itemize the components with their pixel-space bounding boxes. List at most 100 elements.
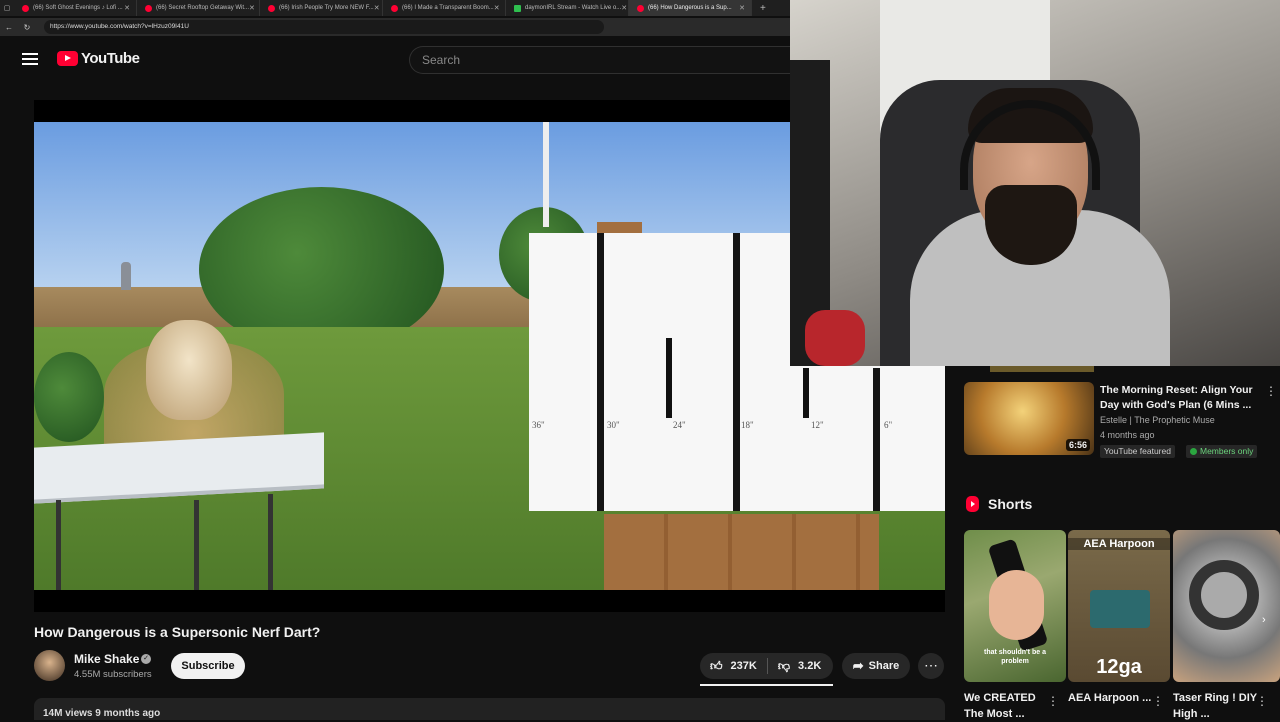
address-bar: ← ↻ https://www.youtube.com/watch?v=lHzu…	[0, 18, 790, 36]
like-button[interactable]: 👍︎ 237K	[700, 653, 767, 679]
distance-label: 6"	[884, 420, 893, 430]
members-icon	[1190, 448, 1197, 455]
thumbs-down-icon: 👎︎	[777, 658, 791, 673]
share-arrow-icon: ➦	[852, 658, 864, 673]
share-button[interactable]: ➦ Share	[842, 653, 910, 679]
short-top-caption: AEA Harpoon	[1068, 538, 1170, 550]
kebab-menu-icon[interactable]: ⋮	[1047, 694, 1059, 708]
short-bottom-caption: 12ga	[1096, 656, 1142, 678]
youtube-favicon-icon	[145, 4, 152, 12]
shorts-heading: Shorts	[988, 496, 1033, 512]
harpoon-device	[1090, 590, 1150, 628]
more-actions-icon[interactable]: ⋯	[918, 653, 944, 679]
logo-text: YouTube	[81, 50, 140, 67]
short-thumbnail[interactable]	[1173, 530, 1280, 682]
browser-tab[interactable]: daymonIRL Stream - Watch Live o... ✕	[506, 0, 629, 16]
close-tab-icon[interactable]: ✕	[494, 4, 500, 12]
webcam-overlay	[790, 0, 1280, 366]
red-chair-pad	[805, 310, 865, 366]
url-field[interactable]: https://www.youtube.com/watch?v=lHzuz09I…	[44, 20, 604, 34]
distance-label: 30"	[607, 420, 620, 430]
members-only-badge: Members only	[1186, 445, 1258, 458]
kebab-menu-icon[interactable]: ⋮	[1265, 384, 1277, 398]
browser-tab[interactable]: (66) I Made a Transparent Boom... ✕	[383, 0, 506, 16]
short-thumbnail[interactable]: that shouldn't be a problem	[964, 530, 1066, 682]
browser-tab[interactable]: (66) Irish People Try More NEW F... ✕	[260, 0, 383, 16]
table-leg	[56, 500, 61, 590]
skull	[146, 320, 232, 420]
related-video-item[interactable]: 6:56 The Morning Reset: Align Your Day w…	[964, 366, 1280, 476]
description-box[interactable]: 14M views 9 months ago	[34, 698, 945, 720]
bush	[34, 352, 104, 442]
featured-badge: YouTube featured	[1100, 445, 1175, 458]
short-caption: that shouldn't be a problem	[984, 649, 1046, 665]
kebab-menu-icon[interactable]: ⋮	[1152, 694, 1164, 708]
dislike-button[interactable]: 👎︎ 3.2K	[768, 653, 831, 679]
subscribe-button[interactable]: Subscribe	[171, 653, 245, 679]
like-count: 237K	[730, 660, 757, 672]
previous-thumbnail-edge	[990, 366, 1094, 372]
verified-check-icon: ✓	[141, 654, 151, 664]
distance-label: 24"	[673, 420, 686, 430]
silo	[121, 262, 131, 290]
sidebar-icon[interactable]: ▢	[0, 4, 14, 12]
utility-pole	[543, 122, 549, 227]
youtube-logo[interactable]: YouTube	[57, 50, 140, 67]
subscriber-count: 4.55M subscribers	[74, 669, 152, 680]
distance-label: 36"	[532, 420, 545, 430]
short-title[interactable]: Taser Ring ! DIY High ...	[1173, 690, 1261, 722]
close-tab-icon[interactable]: ✕	[374, 4, 380, 12]
short-thumbnail[interactable]: AEA Harpoon 12ga	[1068, 530, 1170, 682]
tab-title: (66) Soft Ghost Evenings ♪ Lofi ...	[33, 5, 123, 11]
distance-label: 12"	[811, 420, 824, 430]
thumbs-up-icon: 👍︎	[710, 658, 723, 673]
share-label: Share	[868, 660, 900, 672]
close-tab-icon[interactable]: ✕	[739, 4, 745, 12]
table-leg	[268, 494, 273, 590]
hamburger-menu-icon[interactable]	[22, 53, 38, 67]
close-tab-icon[interactable]: ✕	[124, 4, 130, 12]
dislike-count: 3.2K	[798, 660, 822, 672]
reload-icon[interactable]: ↻	[18, 23, 36, 32]
tab-title: daymonIRL Stream - Watch Live o...	[525, 5, 622, 11]
table-leg	[194, 500, 199, 590]
video-thumbnail[interactable]: 6:56	[964, 382, 1094, 455]
close-tab-icon[interactable]: ✕	[249, 4, 255, 12]
browser-tab[interactable]: (66) Secret Rooftop Getaway Wit... ✕	[137, 0, 260, 16]
browser-tab-bar: ▢ (66) Soft Ghost Evenings ♪ Lofi ... ✕ (…	[0, 0, 790, 16]
close-tab-icon[interactable]: ✕	[621, 4, 627, 12]
shorts-icon	[966, 496, 979, 512]
board-stripe	[597, 233, 604, 511]
chevron-right-icon[interactable]: ›	[1262, 614, 1266, 626]
short-title[interactable]: We CREATED The Most ...	[964, 690, 1052, 722]
channel-name[interactable]: Mike Shake	[74, 652, 139, 666]
video-title: How Dangerous is a Supersonic Nerf Dart?	[34, 624, 321, 640]
dart-slot	[666, 338, 672, 418]
shorts-header: Shorts	[966, 496, 1032, 512]
tab-title: (66) Secret Rooftop Getaway Wit...	[156, 5, 250, 11]
wood-stand	[604, 514, 879, 590]
youtube-favicon-icon	[637, 4, 644, 12]
new-tab-button[interactable]: +	[760, 3, 766, 14]
browser-tab[interactable]: (66) Soft Ghost Evenings ♪ Lofi ... ✕	[14, 0, 137, 16]
hand-shape	[989, 570, 1044, 640]
kebab-menu-icon[interactable]: ⋮	[1256, 694, 1268, 708]
duration-badge: 6:56	[1065, 439, 1090, 451]
back-arrow-icon[interactable]: ←	[0, 23, 18, 32]
related-channel-name[interactable]: Estelle | The Prophetic Muse	[1100, 415, 1215, 425]
board-stripe	[733, 233, 740, 511]
youtube-play-icon	[57, 51, 78, 66]
channel-avatar[interactable]	[34, 650, 65, 681]
ring-device	[1189, 560, 1259, 630]
tab-title: (66) I Made a Transparent Boom...	[402, 5, 494, 11]
related-video-title[interactable]: The Morning Reset: Align Your Day with G…	[1100, 383, 1266, 413]
like-ratio-bar	[700, 684, 833, 686]
short-title[interactable]: AEA Harpoon ...	[1068, 690, 1156, 706]
views-and-date: 14M views 9 months ago	[43, 708, 161, 719]
kick-favicon-icon	[514, 4, 521, 12]
search-input[interactable]: Search	[409, 46, 790, 74]
dart-slot	[803, 368, 809, 418]
browser-tab-active[interactable]: (66) How Dangerous is a Sup... ✕	[629, 0, 752, 16]
youtube-favicon-icon	[268, 4, 275, 12]
like-dislike-segment: 👍︎ 237K 👎︎ 3.2K	[700, 653, 833, 679]
